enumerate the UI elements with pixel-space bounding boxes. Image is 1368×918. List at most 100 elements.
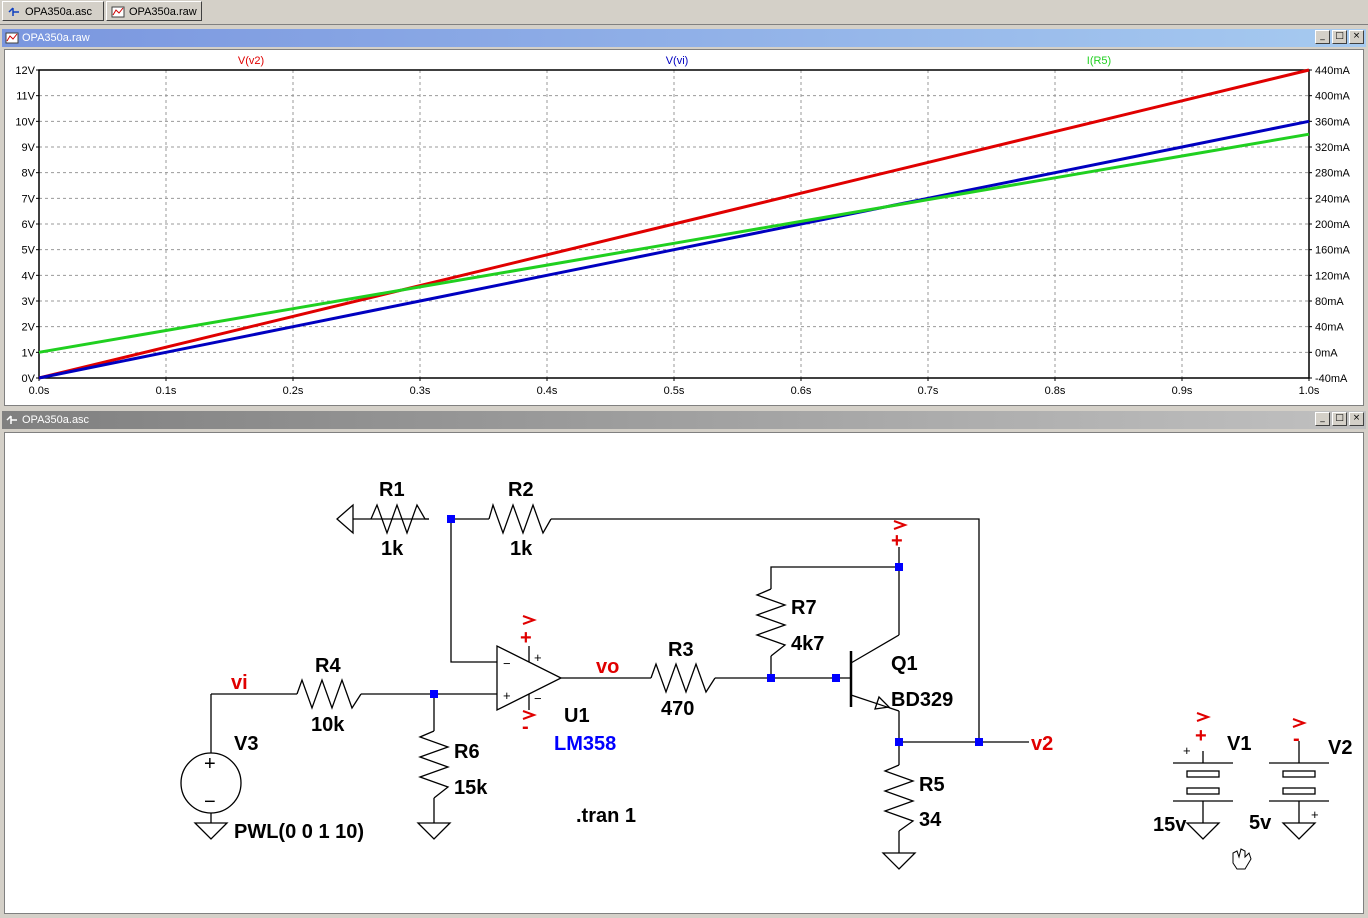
battery-v1-plus: + [1183, 743, 1191, 758]
waveform-plot-pane[interactable]: 0V 1V 2V 3V 4V 5V 6V 7V 8V 9V 10V 11V 12V -40mA 0mA 40… [4, 49, 1364, 406]
waveform-titlebar[interactable]: OPA350a.raw _ □ × [2, 29, 1366, 47]
y-left-tick-label: 2V [22, 322, 36, 334]
tab-schematic[interactable]: OPA350a.asc [2, 1, 104, 21]
series-line-vvi[interactable] [38, 119, 1310, 380]
tab-label: OPA350a.asc [25, 6, 93, 18]
net-label-vo: vo [596, 656, 619, 678]
schematic-icon [8, 7, 19, 16]
legend-label[interactable]: V(v2) [238, 55, 264, 67]
minimize-button[interactable]: _ [1315, 30, 1330, 44]
label-r3-value: 470 [661, 698, 694, 720]
source-plus-sign: + [204, 753, 216, 775]
label-r6-value: 15k [454, 777, 488, 799]
supply-arrow-icon [1292, 718, 1307, 728]
y-left-tick-label: 10V [15, 116, 35, 128]
junction-dot [895, 563, 903, 571]
y-right-tick-label: 0mA [1315, 347, 1338, 359]
y-left-tick-label: 1V [22, 347, 36, 359]
close-button[interactable]: × [1349, 30, 1364, 44]
x-tick-label: 0.6s [791, 385, 812, 397]
supply-arrow-icon [893, 520, 908, 530]
x-tick-label: 1.0s [1299, 385, 1320, 397]
x-tick-label: 0.0s [29, 385, 50, 397]
tab-label: OPA350a.raw [129, 6, 197, 18]
legend-label[interactable]: I(R5) [1087, 55, 1111, 67]
schematic-titlebar[interactable]: OPA350a.asc _ □ × [2, 411, 1366, 429]
schematic-drawing[interactable]: R1 1k R2 1k R4 10k R3 470 R7 4k7 R6 15k … [5, 433, 1363, 913]
tab-waveform[interactable]: OPA350a.raw [106, 1, 202, 21]
hand-cursor-icon [1232, 848, 1252, 870]
y-right-tick-label: 160mA [1315, 245, 1351, 257]
label-r5-name: R5 [919, 774, 945, 796]
ground-icon [1185, 822, 1221, 840]
maximize-button[interactable]: □ [1332, 412, 1347, 426]
resistor-r5[interactable] [883, 764, 915, 832]
battery-v1-cell [1186, 770, 1220, 778]
series-line-vv2[interactable] [38, 68, 1310, 380]
label-r4-value: 10k [311, 714, 345, 736]
battery-v1[interactable] [1173, 762, 1233, 802]
supply-arrow-icon [1196, 712, 1211, 722]
legend-label[interactable]: V(vi) [666, 55, 689, 67]
waveform-icon [111, 6, 125, 18]
ground-icon [193, 822, 229, 840]
x-tick-label: 0.8s [1045, 385, 1066, 397]
spice-directive[interactable]: .tran 1 [576, 805, 636, 827]
schematic-canvas[interactable]: R1 1k R2 1k R4 10k R3 470 R7 4k7 R6 15k … [4, 432, 1364, 914]
source-minus-sign: − [204, 791, 216, 813]
label-v2-value: 5v [1249, 812, 1272, 834]
resistor-r7[interactable] [755, 588, 787, 657]
supply-plus-label: + [520, 627, 532, 649]
minimize-button[interactable]: _ [1315, 412, 1330, 426]
y-left-tick-label: 4V [22, 270, 36, 282]
y-left-tick-label: 8V [22, 168, 36, 180]
supply-minus-label: - [522, 716, 529, 738]
y-left-tick-label: 7V [22, 193, 36, 205]
label-u1-name: U1 [564, 705, 590, 727]
waveform-window: OPA350a.raw _ □ × 0V 1V 2V 3V 4V 5V 6V 7V 8V 9V 10… [0, 28, 1368, 408]
ground-icon [1281, 822, 1317, 840]
transistor-emitter-arrow [874, 695, 891, 710]
schematic-icon [6, 415, 17, 424]
label-r1-value: 1k [381, 538, 404, 560]
schematic-window: OPA350a.asc _ □ × R1 1k R2 1k R4 10k R3 … [0, 410, 1368, 916]
wire [770, 566, 899, 678]
window-title: OPA350a.asc [22, 414, 90, 426]
battery-v2-cell [1282, 770, 1316, 778]
label-q1-name: Q1 [891, 653, 918, 675]
y-right-tick-label: 440mA [1315, 65, 1351, 77]
junction-dot [767, 674, 775, 682]
label-r2-name: R2 [508, 479, 534, 501]
x-tick-label: 0.3s [410, 385, 431, 397]
resistor-r2[interactable] [488, 502, 552, 535]
x-tick-label: 0.2s [283, 385, 304, 397]
supply-minus-label: - [1293, 728, 1300, 750]
label-q1-value: BD329 [891, 689, 953, 711]
resistor-r3[interactable] [650, 662, 716, 694]
label-v3-value: PWL(0 0 1 10) [234, 821, 364, 843]
y-right-tick-label: 280mA [1315, 168, 1351, 180]
label-v2-name: V2 [1328, 737, 1352, 759]
junction-dot [975, 738, 983, 746]
resistor-r4[interactable] [296, 678, 362, 710]
maximize-button[interactable]: □ [1332, 30, 1347, 44]
wire [898, 711, 1029, 743]
junction-dot [430, 690, 438, 698]
y-right-tick-label: 40mA [1315, 322, 1344, 334]
waveform-chart[interactable]: 0V 1V 2V 3V 4V 5V 6V 7V 8V 9V 10V 11V 12V -40mA 0mA 40… [5, 50, 1363, 405]
label-r3-name: R3 [668, 639, 694, 661]
battery-v2[interactable] [1269, 762, 1329, 802]
y-right-tick-label: 320mA [1315, 142, 1351, 154]
battery-v2-cell [1282, 787, 1316, 795]
x-tick-label: 0.9s [1172, 385, 1193, 397]
x-tick-label: 0.1s [156, 385, 177, 397]
opamp-vplus-pin: + [534, 650, 542, 665]
ground-icon [881, 852, 917, 870]
label-r2-value: 1k [510, 538, 533, 560]
y-right-tick-label: 360mA [1315, 116, 1351, 128]
close-button[interactable]: × [1349, 412, 1364, 426]
x-tick-label: 0.7s [918, 385, 939, 397]
resistor-r6[interactable] [418, 730, 450, 799]
y-right-tick-label: 80mA [1315, 296, 1344, 308]
supply-arrow-icon [522, 615, 537, 625]
